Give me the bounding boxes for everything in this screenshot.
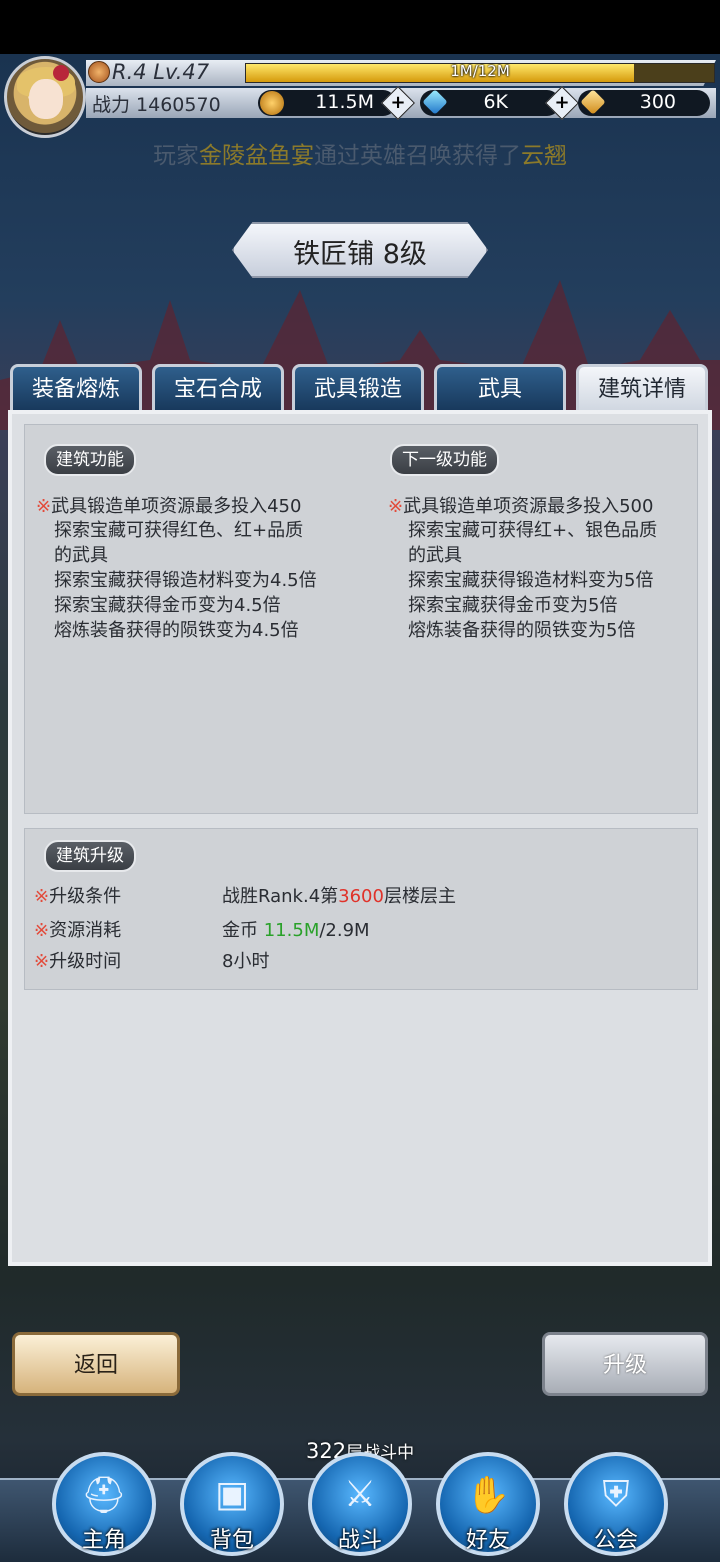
nav-bag-label: 背包 [209, 1528, 254, 1553]
upgrade-cost-value: 金币 11.5M/2.9M [222, 916, 370, 942]
current-function-header: 建筑功能 [44, 444, 136, 476]
marquee-prefix: 玩家 [153, 143, 199, 169]
card-value: 300 [639, 91, 676, 113]
current-function-line: 的武具 [54, 545, 108, 566]
upgrade-cost-label: ※资源消耗 [34, 920, 122, 941]
label-text: 升级条件 [49, 886, 122, 907]
tab-equip-smelt[interactable]: 装备熔炼 [10, 364, 142, 412]
rank-level: R.4 Lv.47 [112, 60, 210, 84]
current-function-line: 探索宝藏可获得红色、红+品质 [54, 520, 304, 541]
note-mark: ※ [36, 496, 52, 517]
gem-value: 6K [483, 91, 508, 113]
current-function-line: 探索宝藏获得金币变为4.5倍 [54, 595, 281, 616]
nav-guild-label: 公会 [593, 1528, 638, 1553]
bag-icon: ▣ [214, 1474, 249, 1515]
rank-badge-icon [88, 61, 110, 83]
upgrade-condition-value: 战胜Rank.4第3600层楼层主 [222, 882, 456, 908]
next-function-line: 探索宝藏获得金币变为5倍 [408, 595, 618, 616]
current-function-line: ※武具锻造单项资源最多投入450 [36, 492, 301, 518]
current-function-line: 熔炼装备获得的陨铁变为4.5倍 [54, 620, 299, 641]
next-function-header: 下一级功能 [390, 444, 499, 476]
page-title: 铁匠铺 8级 [293, 239, 427, 270]
shield-wings-icon: ⛨ [602, 1474, 630, 1515]
marquee-middle: 通过英雄召唤获得了 [314, 143, 521, 169]
swords-icon: ⚔ [343, 1474, 377, 1515]
exp-bar: 1M/12M [245, 62, 715, 83]
nav-battle-label: 战斗 [337, 1528, 382, 1553]
gem-icon [422, 89, 448, 115]
next-function-line: 探索宝藏获得锻造材料变为5倍 [408, 570, 654, 591]
cost-need: /2.9M [319, 920, 370, 941]
cost-prefix: 金币 [222, 920, 264, 941]
label-text: 资源消耗 [49, 920, 122, 941]
avatar-face [29, 79, 63, 119]
nav-hero-label: 主角 [81, 1528, 126, 1553]
gold-value: 11.5M [315, 91, 374, 113]
tab-gem-combine[interactable]: 宝石合成 [152, 364, 284, 412]
upgrade-header: 建筑升级 [44, 840, 136, 872]
marquee-player: 金陵盆鱼宴 [199, 143, 314, 169]
gem-resource: 6K + [420, 86, 579, 120]
next-function-line: 探索宝藏可获得红+、银色品质 [408, 520, 658, 541]
line-text: 武具锻造单项资源最多投入450 [51, 496, 302, 517]
next-function-line: ※武具锻造单项资源最多投入500 [388, 492, 653, 518]
tab-weapons[interactable]: 武具 [434, 364, 566, 412]
gold-resource: 11.5M + [258, 86, 415, 120]
note-mark: ※ [388, 496, 404, 517]
upgrade-button[interactable]: 升级 [542, 1332, 708, 1396]
upgrade-time-label: ※升级时间 [34, 951, 122, 972]
helmet-icon: ⛑ [81, 1475, 127, 1516]
tab-weapon-forge[interactable]: 武具锻造 [292, 364, 424, 412]
back-button[interactable]: 返回 [12, 1332, 180, 1396]
condition-suffix: 层楼层主 [383, 886, 456, 907]
power-label: 战力 1460570 [92, 94, 221, 116]
avatar-flower-icon [53, 65, 69, 81]
player-avatar[interactable] [4, 56, 86, 138]
label-text: 升级时间 [49, 951, 122, 972]
tab-building-details[interactable]: 建筑详情 [576, 364, 708, 412]
current-function-line: 探索宝藏获得锻造材料变为4.5倍 [54, 570, 317, 591]
exp-text: 1M/12M [450, 62, 510, 80]
gold-coin-icon [260, 91, 284, 115]
handshake-icon: ✋ [465, 1475, 511, 1516]
condition-prefix: 战胜Rank.4第 [222, 886, 339, 907]
upgrade-condition-label: ※升级条件 [34, 886, 122, 907]
card-resource: 300 [578, 89, 710, 116]
next-function-line: 的武具 [408, 545, 462, 566]
line-text: 武具锻造单项资源最多投入500 [403, 496, 654, 517]
nav-friends-label: 好友 [465, 1528, 510, 1553]
cost-have: 11.5M [263, 920, 320, 941]
card-icon [580, 89, 606, 115]
next-function-line: 熔炼装备获得的陨铁变为5倍 [408, 620, 636, 641]
condition-floor: 3600 [338, 886, 384, 907]
marquee-hero: 云翘 [521, 143, 567, 169]
upgrade-time-value: 8小时 [222, 951, 270, 972]
announcement-marquee: 玩家金陵盆鱼宴通过英雄召唤获得了云翘 [0, 136, 720, 170]
